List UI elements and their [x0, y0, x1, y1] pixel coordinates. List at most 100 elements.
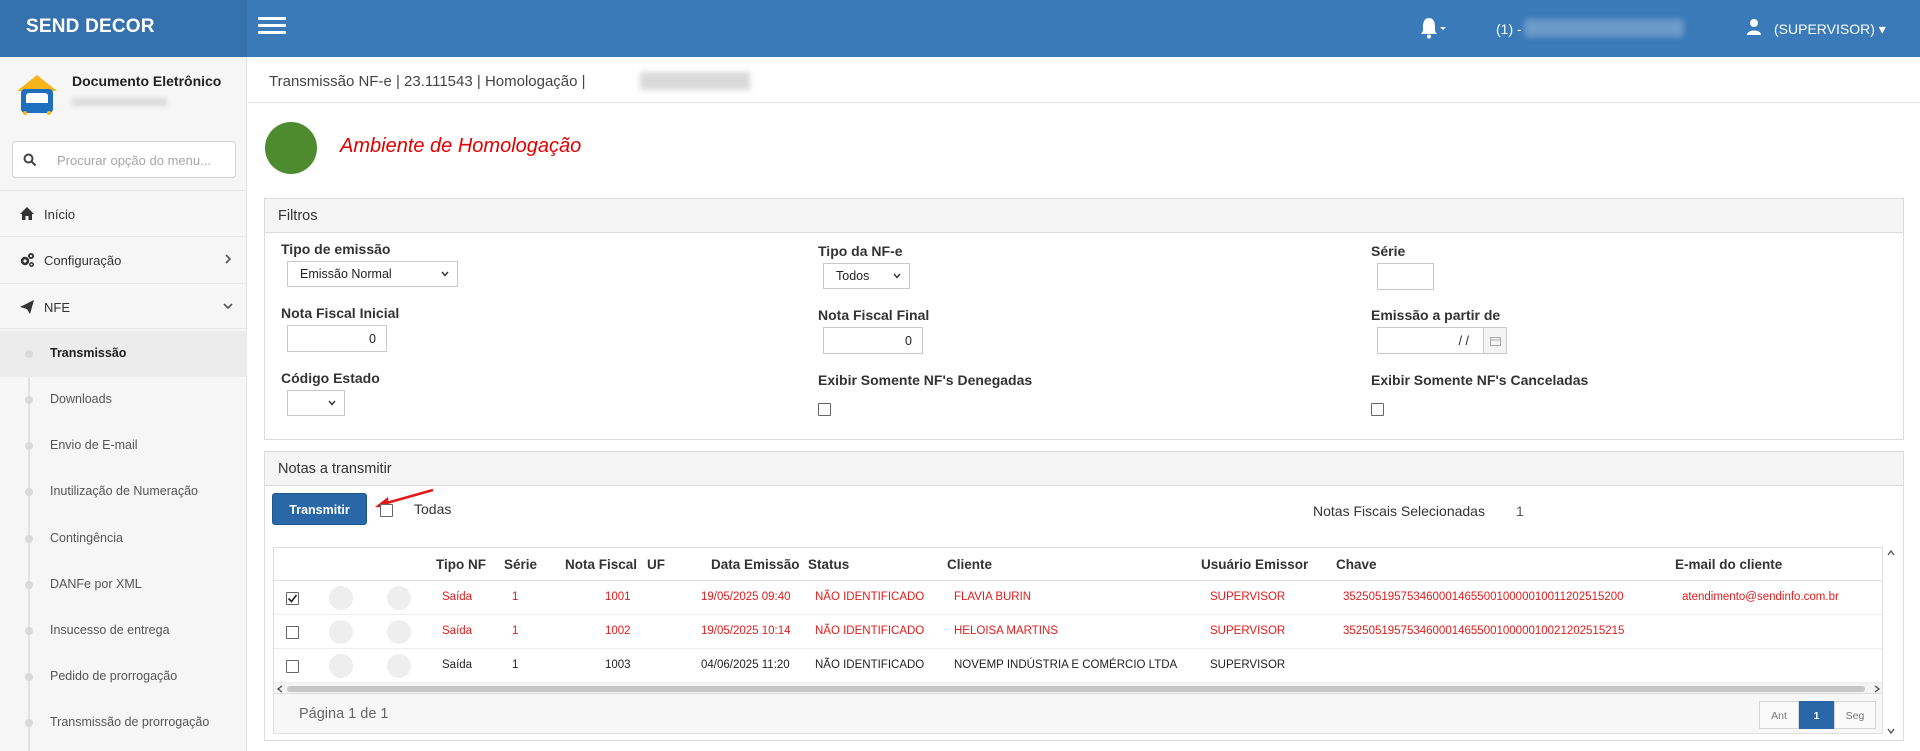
hamburger-menu-icon[interactable]	[258, 17, 286, 37]
codigo-estado-select[interactable]	[287, 390, 345, 416]
sidebar-item-label: NFE	[44, 300, 70, 315]
col-uf[interactable]: UF	[647, 557, 665, 572]
sidebar-header: Documento Eletrônico	[0, 57, 247, 127]
redacted-breadcrumb	[640, 72, 750, 90]
submenu-label: Envio de E-mail	[50, 438, 138, 452]
submenu-dot	[25, 673, 33, 681]
serie-input[interactable]	[1377, 263, 1434, 290]
transmit-button[interactable]: Transmitir	[272, 493, 367, 525]
submenu-label: Contingência	[50, 531, 123, 545]
submenu-dot	[25, 350, 33, 358]
menu-search-box[interactable]	[12, 141, 236, 178]
environment-status-indicator	[265, 122, 317, 174]
sidebar-subitem-downloads[interactable]: Downloads	[0, 377, 247, 423]
page-1-button[interactable]: 1	[1799, 701, 1834, 729]
pdf-document-icon[interactable]	[329, 620, 353, 644]
select-all-label: Todas	[414, 501, 452, 517]
table-row[interactable]: Saída 1 1002 19/05/2025 10:14 NÃO IDENTI…	[274, 615, 1882, 649]
sidebar-subitem-transmissao[interactable]: Transmissão	[0, 331, 247, 377]
sidebar-subitem-contingencia[interactable]: Contingência	[0, 516, 247, 562]
cell-nota: 1003	[605, 659, 631, 671]
col-cliente[interactable]: Cliente	[947, 557, 992, 572]
emissao-date-input[interactable]: / /	[1377, 327, 1484, 354]
bell-icon[interactable]	[1418, 16, 1448, 40]
sidebar-subitem-insucesso[interactable]: Insucesso de entrega	[0, 608, 247, 654]
col-tipo-nf[interactable]: Tipo NF	[436, 557, 486, 572]
scroll-up-icon[interactable]	[1887, 549, 1895, 557]
sidebar-subitem-transmissao-prorrogacao[interactable]: Transmissão de prorrogação	[0, 700, 247, 746]
check-icon	[287, 594, 298, 603]
search-icon	[23, 153, 37, 167]
scrollbar-thumb[interactable]	[287, 686, 1865, 692]
row-checkbox[interactable]	[286, 592, 299, 605]
row-checkbox[interactable]	[286, 660, 299, 673]
col-usuario-emissor[interactable]: Usuário Emissor	[1201, 557, 1308, 572]
calendar-button[interactable]	[1483, 327, 1507, 354]
submenu-label: DANFe por XML	[50, 577, 142, 591]
xml-document-icon[interactable]	[387, 586, 411, 610]
prev-page-button[interactable]: Ant	[1759, 701, 1799, 729]
submenu-dot	[25, 442, 33, 450]
submenu-dot	[25, 719, 33, 727]
horizontal-scrollbar[interactable]	[274, 683, 1882, 693]
scroll-left-icon[interactable]	[276, 685, 284, 693]
user-menu[interactable]: (SUPERVISOR) ▾	[1774, 21, 1886, 38]
sidebar-subitem-inutilizacao[interactable]: Inutilização de Numeração	[0, 469, 247, 515]
cell-chave: 3525051957534600014655001000001001120251…	[1343, 591, 1624, 603]
scroll-right-icon[interactable]	[1873, 685, 1881, 693]
canceladas-checkbox[interactable]	[1371, 403, 1384, 416]
submenu-dot	[25, 627, 33, 635]
denegadas-label: Exibir Somente NF's Denegadas	[818, 372, 1033, 388]
row-checkbox[interactable]	[286, 626, 299, 639]
pdf-document-icon[interactable]	[329, 586, 353, 610]
sidebar-item-configuracao[interactable]: Configuração	[0, 236, 247, 282]
col-nota-fiscal[interactable]: Nota Fiscal	[565, 557, 637, 572]
filters-panel: Filtros Tipo de emissão Emissão Normal T…	[264, 198, 1904, 440]
cell-cliente: FLAVIA BURIN	[954, 591, 1032, 603]
pagination-bar: Página 1 de 1 Ant 1 Seg	[273, 694, 1883, 734]
brand-logo[interactable]: SEND DECOR	[0, 0, 247, 57]
sidebar-item-inicio[interactable]: Início	[0, 190, 247, 236]
next-page-button[interactable]: Seg	[1834, 701, 1876, 729]
cell-tipo: Saída	[442, 625, 473, 637]
sidebar: Documento Eletrônico Início Configuração…	[0, 57, 247, 751]
vertical-scrollbar[interactable]	[1885, 547, 1897, 737]
col-serie[interactable]: Série	[504, 557, 537, 572]
xml-document-icon[interactable]	[387, 620, 411, 644]
notas-table: Tipo NF Série Nota Fiscal UF Data Emissã…	[273, 547, 1883, 694]
page-title: Transmissão NF-e | 23.111543 | Homologaç…	[269, 73, 586, 90]
cell-cliente: NOVEMP INDÚSTRIA E COMÉRCIO LTDA	[954, 659, 1178, 671]
sidebar-subitem-envio-email[interactable]: Envio de E-mail	[0, 423, 247, 469]
sidebar-subitem-danfe-xml[interactable]: DANFe por XML	[0, 562, 247, 608]
tipo-nfe-select[interactable]: Todos	[823, 263, 910, 289]
tipo-nfe-label: Tipo da NF-e	[818, 243, 903, 259]
col-email-cliente[interactable]: E-mail do cliente	[1675, 557, 1782, 572]
select-all-checkbox[interactable]	[380, 504, 393, 517]
chevron-down-icon	[223, 303, 233, 310]
nf-inicial-input[interactable]: 0	[287, 325, 387, 352]
tipo-emissao-select[interactable]: Emissão Normal	[287, 261, 458, 287]
denegadas-checkbox[interactable]	[818, 403, 831, 416]
xml-document-icon[interactable]	[387, 654, 411, 678]
user-icon[interactable]	[1746, 18, 1762, 36]
tipo-emissao-value: Emissão Normal	[300, 267, 392, 281]
table-row[interactable]: Saída 1 1003 04/06/2025 11:20 NÃO IDENTI…	[274, 649, 1882, 683]
sidebar-item-label: Início	[44, 207, 76, 222]
notification-count[interactable]: (1) -	[1496, 21, 1522, 37]
col-data-emissao[interactable]: Data Emissão	[711, 557, 800, 572]
top-navbar: SEND DECOR (1) - (SUPERVISOR) ▾	[0, 0, 1920, 57]
cell-usuario: SUPERVISOR	[1210, 659, 1286, 671]
serie-label: Série	[1371, 243, 1406, 259]
notas-panel: Notas a transmitir Transmitir Todas Nota…	[264, 451, 1904, 741]
paper-plane-icon	[20, 300, 34, 314]
scroll-down-icon[interactable]	[1887, 727, 1895, 735]
submenu-label: Downloads	[50, 392, 112, 406]
pdf-document-icon[interactable]	[329, 654, 353, 678]
nf-final-input[interactable]: 0	[823, 327, 923, 354]
sidebar-item-nfe[interactable]: NFE	[0, 283, 247, 329]
col-chave[interactable]: Chave	[1336, 557, 1377, 572]
menu-search-input[interactable]	[57, 149, 227, 171]
table-row[interactable]: Saída 1 1001 19/05/2025 09:40 NÃO IDENTI…	[274, 581, 1882, 615]
col-status[interactable]: Status	[808, 557, 849, 572]
sidebar-subitem-pedido-prorrogacao[interactable]: Pedido de prorrogação	[0, 654, 247, 700]
